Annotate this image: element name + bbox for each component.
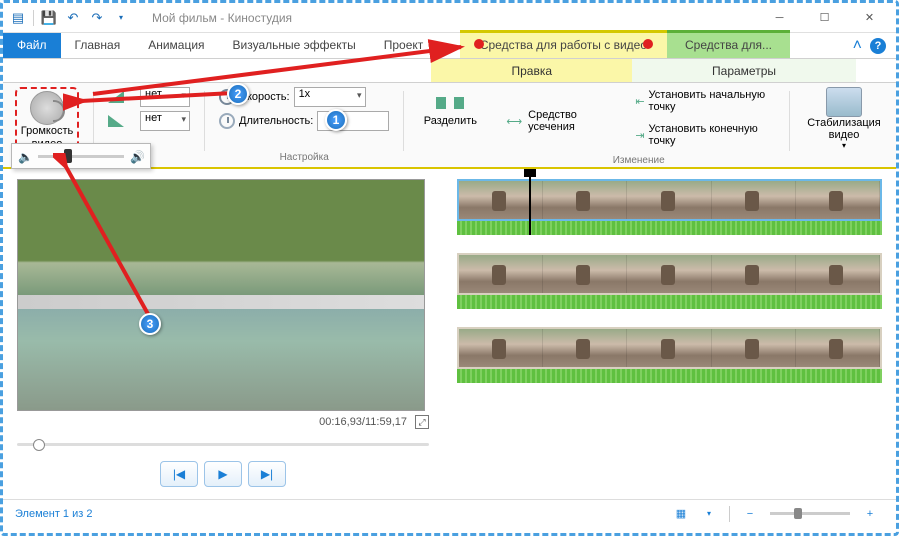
trim-label: Средство усечения [528,109,609,133]
set-end-point-button[interactable]: ⇥ Установить конечную точку [631,121,775,149]
set-start-label: Установить начальную точку [649,89,771,113]
duration-icon [219,113,235,129]
close-button[interactable]: ✕ [847,4,892,32]
status-bar: Элемент 1 из 2 ▦ ▾ − + [3,499,896,527]
speed-label: Скорость: [239,91,290,103]
timeline-playhead[interactable] [529,175,531,235]
prev-frame-button[interactable]: |◀ [160,461,198,487]
split-label: Разделить [424,115,477,127]
volume-slider-thumb[interactable] [64,149,72,163]
chevron-down-icon[interactable]: ▾ [697,504,721,524]
group-label-edit: Изменение [613,155,665,168]
collapse-ribbon-icon[interactable]: ˄ [853,37,862,55]
chevron-down-icon: ▾ [842,141,846,150]
speed-combo[interactable]: 1x [294,87,366,107]
volume-slider[interactable] [38,155,124,158]
split-button[interactable]: Разделить [418,87,482,131]
group-label-settings: Настройка [280,152,329,165]
volume-slider-popup: 🔈 🔊 [11,143,151,169]
set-end-label: Установить конечную точку [649,123,771,147]
tab-project[interactable]: Проект [370,33,438,58]
stabilize-label: Стабилизация видео [804,117,884,141]
volume-mute-icon[interactable]: 🔈 [18,150,32,162]
split-icon [436,91,464,115]
maximize-button[interactable]: ☐ [802,4,847,32]
context-subtabs: Правка Параметры [3,59,896,83]
playback-controls: |◀ ▶ ▶| [17,461,429,487]
time-display: 00:16,93/11:59,17 [319,416,407,428]
speaker-icon [30,91,64,125]
zoom-out-button[interactable]: − [738,504,762,524]
context-tab-extra[interactable]: Средства для... [667,30,790,58]
ribbon-tabs: Файл Главная Анимация Визуальные эффекты… [3,33,896,59]
subtab-edit[interactable]: Правка [431,58,632,82]
zoom-slider-thumb[interactable] [794,508,802,519]
scrub-bar[interactable] [17,437,429,451]
status-text: Элемент 1 из 2 [15,508,92,520]
ribbon-group-settings: Скорость: 1x Длительность: Настройка [213,87,395,165]
timeline-audio-track[interactable] [457,369,882,383]
fade-in-combo[interactable]: нет [140,87,190,107]
tab-visual-effects[interactable]: Визуальные эффекты [219,33,370,58]
ribbon-group-edit: ⟷ Средство усечения ⇤ Установить начальн… [496,87,781,165]
stabilize-icon [826,87,862,117]
title-bar: ▤ 💾 ↶ ↷ ▾ Мой фильм - Киностудия ─ ☐ ✕ [3,3,896,33]
timeline-clip[interactable] [457,179,882,221]
thumbnail-view-icon[interactable]: ▦ [669,504,693,524]
save-icon[interactable]: 💾 [38,7,60,29]
end-point-icon: ⇥ [635,129,644,142]
trim-icon: ⟷ [506,115,522,128]
duration-label: Длительность: [239,115,313,127]
fullscreen-icon[interactable]: ⤢ [415,415,429,429]
quick-access-toolbar: ▤ 💾 ↶ ↷ ▾ [7,7,132,29]
play-button[interactable]: ▶ [204,461,242,487]
timeline-clip[interactable] [457,327,882,369]
timeline-audio-track[interactable] [457,295,882,309]
context-tab-video-tools[interactable]: Средства для работы с видео [460,30,667,58]
tab-animation[interactable]: Анимация [134,33,218,58]
subtab-parameters[interactable]: Параметры [632,59,856,82]
minimize-button[interactable]: ─ [757,4,802,32]
tab-file[interactable]: Файл [3,33,61,58]
ribbon-group-split-wrap: Разделить [412,87,488,165]
ribbon-group-stabilize: Стабилизация видео ▾ [798,87,890,165]
next-frame-button[interactable]: ▶| [248,461,286,487]
clock-icon [219,89,235,105]
trim-tool-button[interactable]: ⟷ Средство усечения [502,87,613,155]
stabilize-button[interactable]: Стабилизация видео ▾ [804,87,884,150]
qat-dropdown-icon[interactable]: ▾ [110,7,132,29]
fade-out-combo[interactable]: нет [140,111,190,131]
zoom-in-button[interactable]: + [858,504,882,524]
undo-icon[interactable]: ↶ [62,7,84,29]
main-area: 00:16,93/11:59,17 ⤢ |◀ ▶ ▶| [3,169,896,499]
window-title: Мой фильм - Киностудия [152,11,757,25]
timeline-audio-track[interactable] [457,221,882,235]
preview-pane: 00:16,93/11:59,17 ⤢ |◀ ▶ ▶| [3,169,443,499]
preview-canvas[interactable] [17,179,425,411]
timeline-clip[interactable] [457,253,882,295]
zoom-slider[interactable] [770,512,850,515]
tab-home[interactable]: Главная [61,33,135,58]
help-icon[interactable]: ? [870,38,886,54]
fade-out-icon [108,115,124,127]
fade-in-icon [108,91,124,103]
volume-max-icon[interactable]: 🔊 [130,150,144,162]
duration-input[interactable] [317,111,389,131]
timeline-pane[interactable] [443,169,896,499]
redo-icon[interactable]: ↷ [86,7,108,29]
set-start-point-button[interactable]: ⇤ Установить начальную точку [631,87,775,115]
app-menu-icon[interactable]: ▤ [7,7,29,29]
scrub-thumb[interactable] [33,439,45,451]
start-point-icon: ⇤ [635,95,644,108]
